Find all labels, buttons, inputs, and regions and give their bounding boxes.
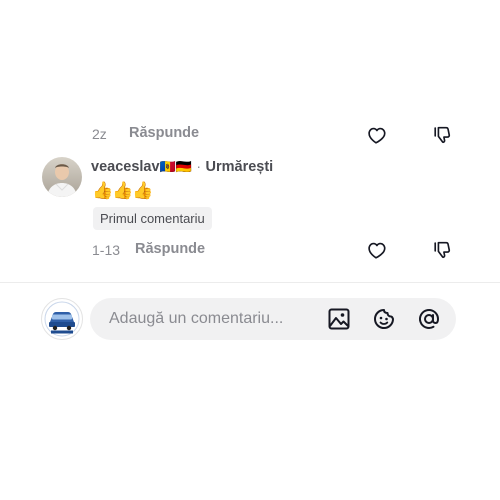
username[interactable]: veaceslav [91,159,160,175]
dislike-icon[interactable] [432,239,454,261]
current-user-avatar[interactable] [41,298,83,340]
first-comment-badge: Primul comentariu [93,207,212,230]
brand-logo-icon [44,301,80,337]
comment-input-placeholder: Adaugă un comentariu... [109,310,284,327]
flag-moldova-icon: 🇲🇩 [159,159,176,174]
comment-2-header: veaceslav🇲🇩🇩🇪 · Urmărești [91,158,273,176]
avatar[interactable] [42,157,82,197]
flag-germany-icon: 🇩🇪 [175,159,192,174]
image-icon[interactable] [327,307,351,331]
heart-icon[interactable] [365,239,387,261]
following-label[interactable]: Urmărești [206,159,274,175]
mention-icon[interactable] [417,307,441,331]
user-avatar-image [42,157,82,197]
comment-time: 1-13 [92,242,121,258]
separator-dot: · [196,158,202,174]
reply-button[interactable]: Răspunde [129,125,199,141]
divider [0,282,500,283]
reply-button[interactable]: Răspunde [135,241,205,257]
emoji-icon[interactable] [372,307,396,331]
comment-time: 2z [92,126,107,142]
heart-icon[interactable] [365,124,387,146]
dislike-icon[interactable] [432,124,454,146]
comment-input[interactable]: Adaugă un comentariu... [90,298,456,340]
comment-text: 👍👍👍 [92,181,154,200]
